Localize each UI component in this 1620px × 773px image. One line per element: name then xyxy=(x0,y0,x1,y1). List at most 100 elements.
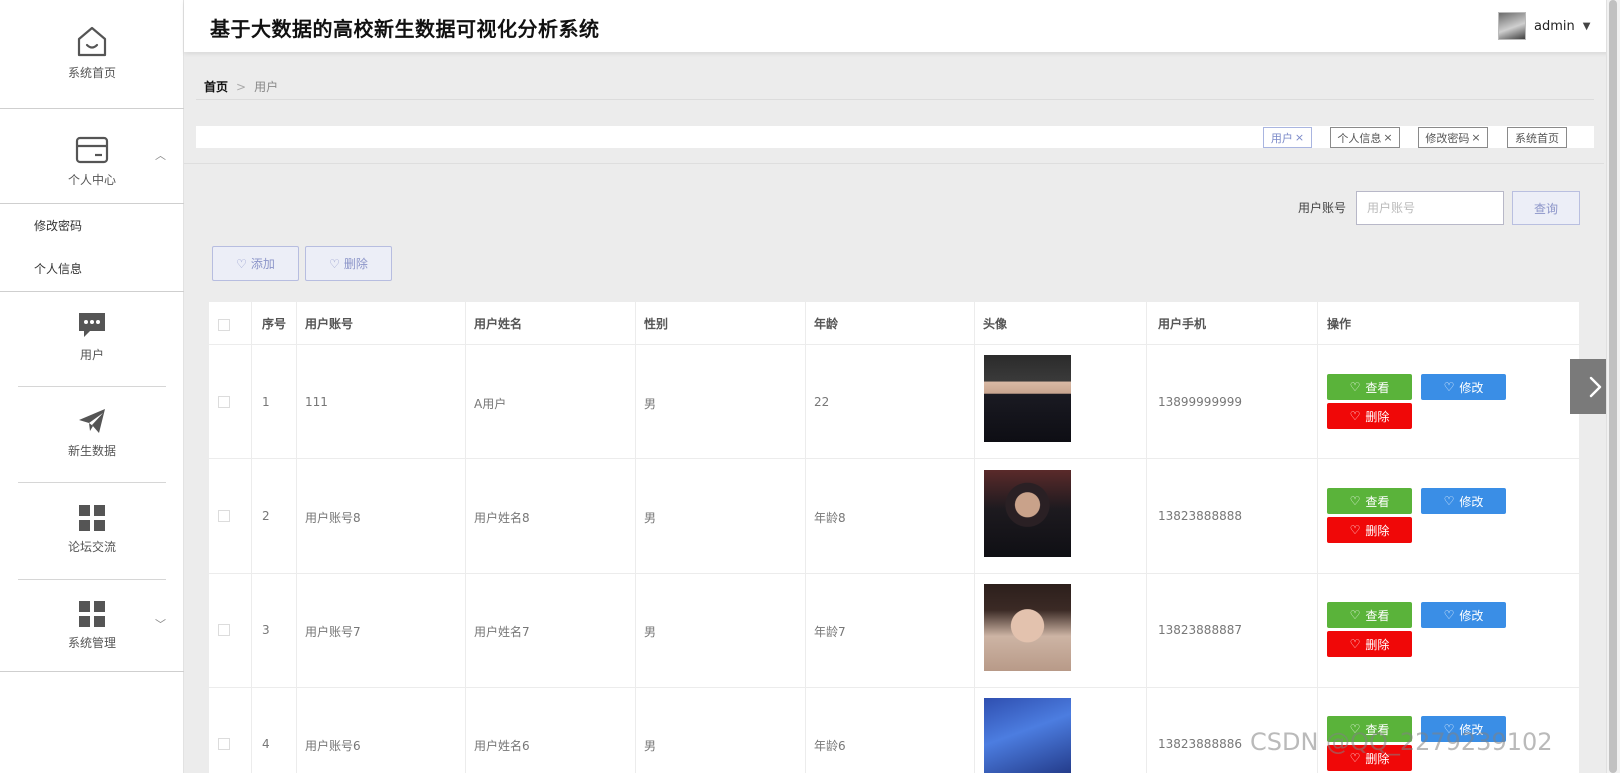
tab-users[interactable]: 用户 × xyxy=(1263,127,1312,148)
column-header-avatar: 头像 xyxy=(983,317,1008,331)
tab-change-password[interactable]: 修改密码 × xyxy=(1418,127,1488,148)
close-icon[interactable]: × xyxy=(1471,131,1480,144)
cell-index: 2 xyxy=(262,509,270,523)
cell-name: 用户姓名8 xyxy=(474,511,530,525)
view-button-label: 查看 xyxy=(1365,494,1390,509)
sidebar-divider xyxy=(0,108,184,109)
chevron-down-icon[interactable]: ﹀ xyxy=(155,616,166,632)
column-header-phone: 用户手机 xyxy=(1158,317,1207,331)
row-checkbox[interactable] xyxy=(218,396,230,408)
column-header-age: 年龄 xyxy=(814,317,839,331)
grid-icon xyxy=(79,601,105,627)
row-checkbox[interactable] xyxy=(218,624,230,636)
column-header-gender: 性别 xyxy=(644,317,669,331)
heart-icon: ♡ xyxy=(1443,494,1455,508)
heart-icon: ♡ xyxy=(1349,637,1361,651)
search-input[interactable] xyxy=(1356,191,1504,225)
cell-account: 用户账号7 xyxy=(305,625,361,639)
edit-button-label: 修改 xyxy=(1459,608,1484,623)
card-icon xyxy=(75,136,109,164)
paper-plane-icon xyxy=(79,409,105,433)
search-button[interactable]: 查询 xyxy=(1512,191,1580,225)
view-button[interactable]: ♡ 查看 xyxy=(1327,602,1412,628)
view-button[interactable]: ♡ 查看 xyxy=(1327,374,1412,400)
sidebar: 系统首页 个人中心 ︿ 修改密码 个人信息 用户 新生数据 论坛交流 系统管理 … xyxy=(0,0,184,773)
search-label: 用户账号 xyxy=(1298,201,1347,215)
avatar-photo xyxy=(984,470,1071,557)
column-header-actions: 操作 xyxy=(1327,317,1352,331)
chevron-up-icon[interactable]: ︿ xyxy=(155,147,166,163)
close-icon[interactable]: × xyxy=(1295,131,1304,144)
row-checkbox[interactable] xyxy=(218,510,230,522)
tab-profile[interactable]: 个人信息 × xyxy=(1330,127,1400,148)
edit-button-label: 修改 xyxy=(1459,380,1484,395)
user-table: 序号 用户账号 用户姓名 性别 年龄 头像 用户手机 操作 1 111 A用户 … xyxy=(209,302,1579,773)
cell-index: 3 xyxy=(262,623,270,637)
edit-button[interactable]: ♡ 修改 xyxy=(1421,488,1506,514)
sidebar-divider xyxy=(0,203,184,204)
top-header: 基于大数据的高校新生数据可视化分析系统 admin ▼ xyxy=(184,0,1620,52)
cell-name: 用户姓名6 xyxy=(474,739,530,753)
cell-age: 年龄8 xyxy=(814,511,846,525)
column-header-name: 用户姓名 xyxy=(474,317,523,331)
tab-home[interactable]: 系统首页 xyxy=(1507,127,1567,148)
row-checkbox[interactable] xyxy=(218,738,230,750)
tab-label: 用户 xyxy=(1270,131,1293,145)
select-all-checkbox[interactable] xyxy=(218,319,230,331)
delete-row-button[interactable]: ♡ 删除 xyxy=(1327,631,1412,657)
cell-name: A用户 xyxy=(474,397,507,411)
heart-icon: ♡ xyxy=(1349,494,1361,508)
breadcrumb-separator: > xyxy=(236,80,247,94)
caret-down-icon: ▼ xyxy=(1582,20,1591,32)
close-icon[interactable]: × xyxy=(1383,131,1392,144)
sidebar-divider xyxy=(18,482,166,483)
column-divider xyxy=(805,302,806,773)
heart-icon: ♡ xyxy=(1349,409,1361,423)
delete-row-button[interactable]: ♡ 删除 xyxy=(1327,517,1412,543)
sidebar-item-users[interactable]: 用户 xyxy=(0,310,184,363)
sidebar-item-forum-label: 论坛交流 xyxy=(67,540,116,554)
sidebar-item-home[interactable]: 系统首页 xyxy=(0,24,184,81)
tab-label: 个人信息 xyxy=(1337,131,1382,145)
column-divider xyxy=(251,302,252,773)
sidebar-subitem-profile[interactable]: 个人信息 xyxy=(34,260,82,277)
delete-button[interactable]: ♡ 删除 xyxy=(305,246,392,281)
column-divider xyxy=(465,302,466,773)
chat-icon xyxy=(79,313,105,337)
sidebar-divider xyxy=(18,579,166,580)
user-menu[interactable]: admin ▼ xyxy=(1498,12,1590,40)
search-button-label: 查询 xyxy=(1533,201,1558,216)
cell-gender: 男 xyxy=(644,739,657,753)
cell-index: 1 xyxy=(262,395,270,409)
grid-icon xyxy=(79,505,105,531)
add-button[interactable]: ♡ 添加 xyxy=(212,246,299,281)
heart-icon: ♡ xyxy=(1443,380,1455,394)
delete-row-button[interactable]: ♡ 删除 xyxy=(1327,403,1412,429)
cell-gender: 男 xyxy=(644,625,657,639)
edit-button[interactable]: ♡ 修改 xyxy=(1421,602,1506,628)
sidebar-item-system-admin-label: 系统管理 xyxy=(67,636,116,650)
cell-gender: 男 xyxy=(644,511,657,525)
sidebar-divider xyxy=(18,386,166,387)
scrollbar-thumb[interactable] xyxy=(1609,0,1617,773)
avatar-photo xyxy=(984,355,1071,442)
row-divider xyxy=(209,458,1579,459)
column-divider xyxy=(296,302,297,773)
edit-button[interactable]: ♡ 修改 xyxy=(1421,374,1506,400)
cell-name: 用户姓名7 xyxy=(474,625,530,639)
column-divider xyxy=(1146,302,1147,773)
sidebar-item-users-label: 用户 xyxy=(79,348,104,362)
sidebar-item-forum[interactable]: 论坛交流 xyxy=(0,504,184,555)
tab-label: 修改密码 xyxy=(1425,131,1470,145)
view-button[interactable]: ♡ 查看 xyxy=(1327,488,1412,514)
sidebar-subitem-change-password[interactable]: 修改密码 xyxy=(34,217,82,234)
heart-icon: ♡ xyxy=(236,256,247,271)
row-divider xyxy=(209,687,1579,688)
delete-row-button-label: 删除 xyxy=(1365,523,1390,538)
breadcrumb: 首页 > 用户 xyxy=(204,78,278,95)
divider xyxy=(196,99,1594,100)
sidebar-divider xyxy=(0,671,184,672)
sidebar-item-new-students[interactable]: 新生数据 xyxy=(0,406,184,459)
cell-index: 4 xyxy=(262,737,270,751)
breadcrumb-home[interactable]: 首页 xyxy=(204,80,228,94)
